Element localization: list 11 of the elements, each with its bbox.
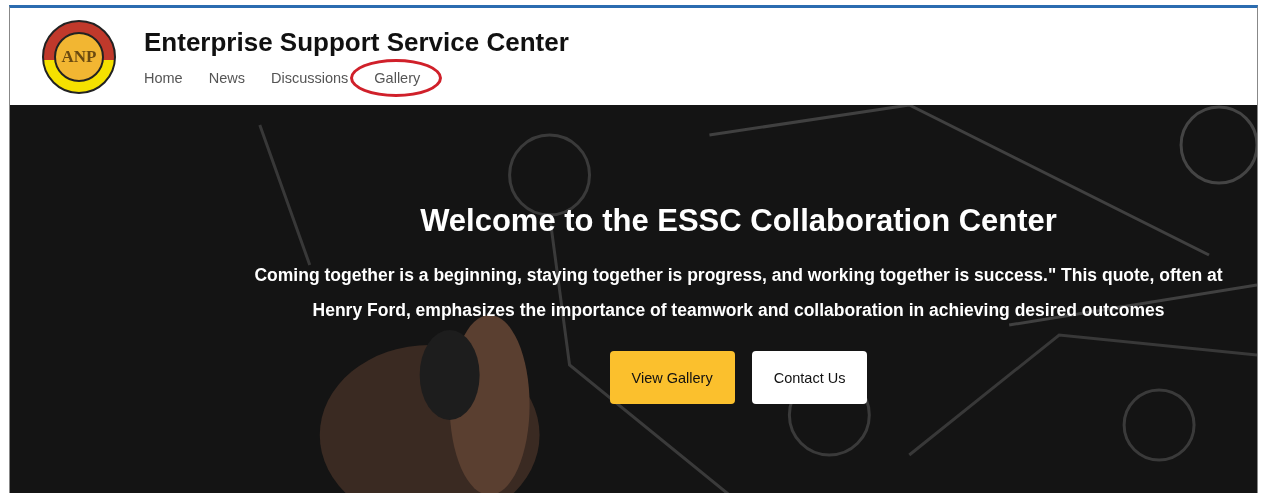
nav-link[interactable]: News [208, 70, 245, 86]
hero-button[interactable]: View Gallery [609, 351, 735, 404]
hero-heading: Welcome to the ESSC Collaboration Center [420, 203, 1057, 239]
quote-text: Henry Ford, emphasizes the importance of teamwork and collaboration in achieving desired outcomes [312, 300, 1165, 321]
nav-link[interactable]: Gallery [374, 70, 421, 86]
nav-link[interactable]: Home [144, 70, 183, 86]
quote-text: Coming together is a beginning, staying together is progress, and working together is success." This quote, often at [254, 265, 1223, 286]
hero-button[interactable]: Contact Us [751, 351, 868, 404]
logo-text: ANP [54, 31, 104, 82]
nav-link[interactable]: Discussions [270, 70, 349, 86]
site-title: Enterprise Support Service Center [144, 27, 569, 58]
